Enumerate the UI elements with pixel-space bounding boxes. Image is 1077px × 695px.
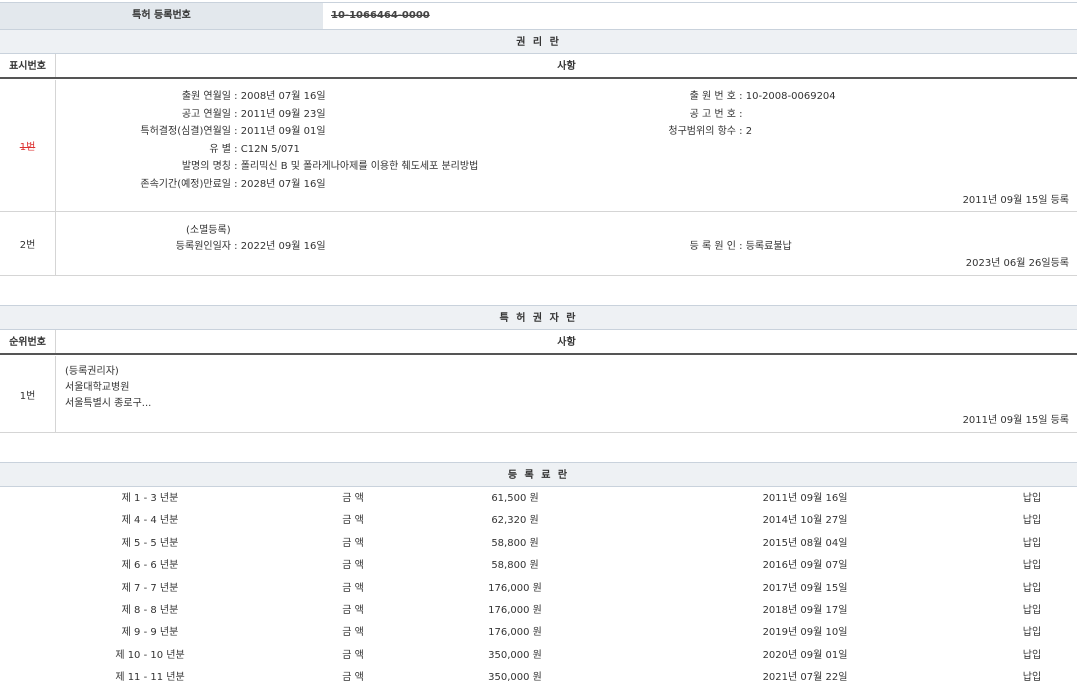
fee-amount: 62,320 원 (491, 510, 538, 532)
fee-row: 제 8 - 8 년분 금 액 176,000 원 2018년 09월 17일 납입 (0, 600, 1077, 622)
fee-period: 제 1 - 3 년분 (122, 488, 179, 510)
field-classification: 유 별 : C12N 5/071 (56, 140, 300, 155)
fee-paid-date: 2019년 09월 10일 (763, 622, 848, 644)
rights-col-num: 표시번호 (0, 54, 56, 77)
holders-section-title: 특 허 권 자 란 (0, 305, 1077, 330)
fee-amount-label: 금 액 (342, 578, 364, 600)
fee-status: 납입 (1023, 600, 1041, 622)
fee-period: 제 4 - 4 년분 (122, 510, 179, 532)
field-publication-date: 공고 연월일 : 2011년 09월 23일 (56, 105, 326, 120)
fee-amount-label: 금 액 (342, 645, 364, 667)
fee-row: 제 11 - 11 년분 금 액 350,000 원 2021년 07월 22일 납입 (0, 667, 1077, 689)
fee-amount-label: 금 액 (342, 533, 364, 555)
fee-period: 제 9 - 9 년분 (122, 622, 179, 644)
fee-amount: 61,500 원 (491, 488, 538, 510)
field-cause: 등 록 원 인 : 등록료불납 (576, 237, 792, 252)
fee-amount-label: 금 액 (342, 667, 364, 689)
registration-date: 2011년 09월 15일 등록 (963, 411, 1069, 426)
holders-row-num: 1번 (20, 387, 36, 402)
fee-paid-date: 2011년 09월 16일 (763, 488, 848, 510)
fee-period: 제 6 - 6 년분 (122, 555, 179, 577)
rights-row-num: 2번 (20, 236, 36, 251)
fee-amount: 58,800 원 (491, 555, 538, 577)
fee-amount: 350,000 원 (488, 667, 542, 689)
fee-amount-label: 금 액 (342, 555, 364, 577)
fee-paid-date: 2020년 09월 01일 (763, 645, 848, 667)
fee-status: 납입 (1023, 622, 1041, 644)
fee-paid-date: 2018년 09월 17일 (763, 600, 848, 622)
rights-col-content: 사항 (56, 54, 1077, 77)
field-cause-date: 등록원인일자 : 2022년 09월 16일 (56, 237, 326, 252)
registration-header: 특허 등록번호 10-1066464-0000 (0, 2, 1077, 30)
fees-section-title: 등 록 료 란 (0, 462, 1077, 487)
fee-paid-date: 2015년 08월 04일 (763, 533, 848, 555)
fee-paid-date: 2014년 10월 27일 (763, 510, 848, 532)
rights-section-title: 권 리 란 (0, 29, 1077, 54)
extinction-heading: (소멸등록) (186, 221, 231, 236)
fee-period: 제 5 - 5 년분 (122, 533, 179, 555)
fee-row: 제 6 - 6 년분 금 액 58,800 원 2016년 09월 07일 납입 (0, 555, 1077, 577)
fee-amount-label: 금 액 (342, 600, 364, 622)
registration-date: 2023년 06월 26일등록 (966, 254, 1069, 269)
field-decision-date: 특허결정(심결)연월일 : 2011년 09월 01일 (56, 122, 326, 137)
field-filing-date: 출원 연월일 : 2008년 07월 16일 (56, 87, 326, 102)
fee-status: 납입 (1023, 667, 1041, 689)
fee-amount-label: 금 액 (342, 510, 364, 532)
field-publication-number: 공 고 번 호 : (576, 105, 743, 120)
fee-paid-date: 2017년 09월 15일 (763, 578, 848, 600)
rights-column-header: 표시번호 사항 (0, 54, 1077, 79)
fee-row: 제 4 - 4 년분 금 액 62,320 원 2014년 10월 27일 납입 (0, 510, 1077, 532)
fee-period: 제 7 - 7 년분 (122, 578, 179, 600)
fee-amount: 176,000 원 (488, 600, 542, 622)
fee-paid-date: 2021년 07월 22일 (763, 667, 848, 689)
fee-status: 납입 (1023, 555, 1041, 577)
fee-status: 납입 (1023, 510, 1041, 532)
fee-amount: 350,000 원 (488, 645, 542, 667)
fee-row: 제 7 - 7 년분 금 액 176,000 원 2017년 09월 15일 납입 (0, 578, 1077, 600)
field-invention-title: 발명의 명칭 : 폴리믹신 B 및 폴라게나아제를 이용한 췌도세포 분리방법 (56, 157, 478, 172)
holders-column-header: 순위번호 사항 (0, 330, 1077, 355)
fee-status: 납입 (1023, 578, 1041, 600)
holders-col-content: 사항 (56, 330, 1077, 353)
field-expiry-date: 존속기간(예정)만료일 : 2028년 07월 16일 (56, 175, 326, 190)
fee-period: 제 10 - 10 년분 (115, 645, 184, 667)
fee-amount-label: 금 액 (342, 622, 364, 644)
fee-amount: 176,000 원 (488, 622, 542, 644)
fee-row: 제 5 - 5 년분 금 액 58,800 원 2015년 08월 04일 납입 (0, 533, 1077, 555)
fee-amount: 58,800 원 (491, 533, 538, 555)
fee-status: 납입 (1023, 645, 1041, 667)
fee-paid-date: 2016년 09월 07일 (763, 555, 848, 577)
fee-period: 제 8 - 8 년분 (122, 600, 179, 622)
rights-row-num: 1번 (20, 138, 36, 153)
fee-amount-label: 금 액 (342, 488, 364, 510)
holders-row-1: 1번 (등록권리자) 서울대학교병원 서울특별시 종로구... 2011년 09… (0, 356, 1077, 433)
fee-row: 제 9 - 9 년분 금 액 176,000 원 2019년 09월 10일 납입 (0, 622, 1077, 644)
field-application-number: 출 원 번 호 : 10-2008-0069204 (576, 87, 836, 102)
rights-row-2: 2번 (소멸등록) 등록원인일자 : 2022년 09월 16일 등 록 원 인… (0, 212, 1077, 276)
holder-name: 서울대학교병원 (65, 378, 129, 393)
rights-row-1: 1번 출원 연월일 : 2008년 07월 16일 공고 연월일 : 2011년… (0, 80, 1077, 212)
fee-row: 제 1 - 3 년분 금 액 61,500 원 2011년 09월 16일 납입 (0, 488, 1077, 510)
registration-label: 특허 등록번호 (0, 3, 323, 29)
fee-row: 제 10 - 10 년분 금 액 350,000 원 2020년 09월 01일 납입 (0, 645, 1077, 667)
fee-status: 납입 (1023, 488, 1041, 510)
field-claim-count: 청구범위의 항수 : 2 (576, 122, 752, 137)
fee-amount: 176,000 원 (488, 578, 542, 600)
registration-number: 10-1066464-0000 (323, 3, 1077, 29)
holder-type: (등록권리자) (65, 362, 119, 377)
registration-date: 2011년 09월 15일 등록 (963, 191, 1069, 206)
holders-col-num: 순위번호 (0, 330, 56, 353)
fee-period: 제 11 - 11 년분 (115, 667, 184, 689)
fee-status: 납입 (1023, 533, 1041, 555)
holder-address: 서울특별시 종로구... (65, 394, 151, 409)
